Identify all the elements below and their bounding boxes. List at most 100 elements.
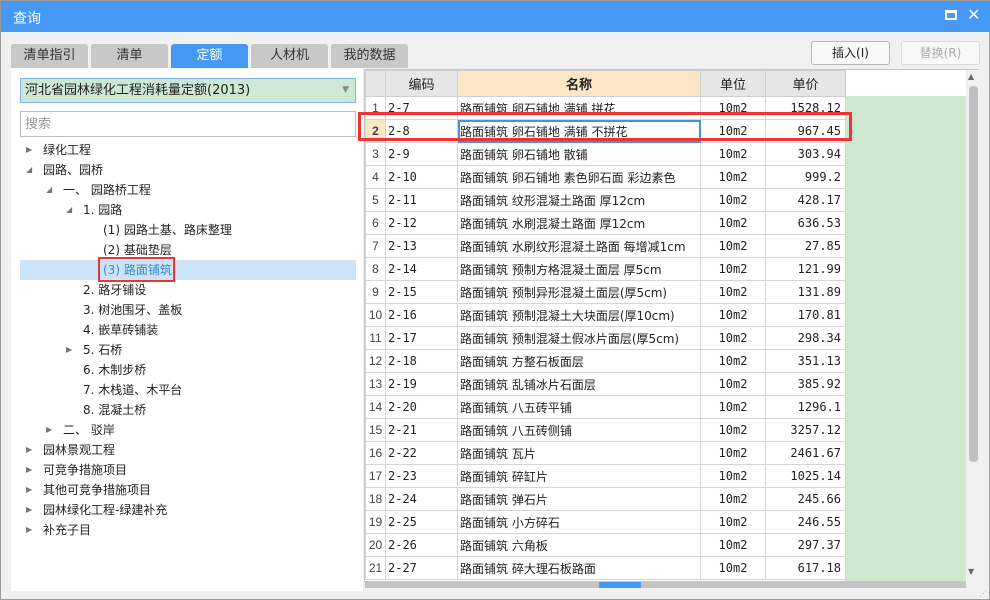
- code-cell[interactable]: 2-23: [385, 464, 458, 488]
- splitter-bar[interactable]: [365, 582, 966, 588]
- collapsed-arrow-icon[interactable]: ▶: [26, 140, 32, 160]
- code-cell[interactable]: 2-18: [385, 349, 458, 373]
- price-cell[interactable]: 999.2: [765, 165, 846, 189]
- name-cell[interactable]: 路面铺筑 纹形混凝土路面 厚12cm: [457, 188, 701, 212]
- table-row[interactable]: 16 2-22 路面铺筑 瓦片 10m2 2461.67: [365, 441, 846, 465]
- tree-item[interactable]: 3. 树池围牙、盖板: [20, 300, 356, 320]
- unit-cell[interactable]: 10m2: [700, 326, 766, 350]
- collapsed-arrow-icon[interactable]: ▶: [66, 340, 72, 360]
- tree-item[interactable]: ▶ 5. 石桥: [20, 340, 356, 360]
- name-cell[interactable]: 路面铺筑 卵石铺地 素色卵石面 彩边素色: [457, 165, 701, 189]
- table-row[interactable]: 9 2-15 路面铺筑 预制异形混凝土面层(厚5cm) 10m2 131.89: [365, 280, 846, 304]
- tree-item[interactable]: (2) 基础垫层: [20, 240, 356, 260]
- price-cell[interactable]: 245.66: [765, 487, 846, 511]
- code-cell[interactable]: 2-19: [385, 372, 458, 396]
- scroll-down-icon[interactable]: ▼: [968, 567, 974, 576]
- library-select[interactable]: 河北省园林绿化工程消耗量定额(2013) ▼: [20, 78, 356, 103]
- expanded-arrow-icon[interactable]: ◢: [26, 160, 32, 180]
- collapsed-arrow-icon[interactable]: ▶: [26, 520, 32, 540]
- close-icon[interactable]: ✕: [967, 5, 980, 24]
- table-row[interactable]: 17 2-23 路面铺筑 碎缸片 10m2 1025.14: [365, 464, 846, 488]
- price-cell[interactable]: 131.89: [765, 280, 846, 304]
- unit-cell[interactable]: 10m2: [700, 395, 766, 419]
- row-number[interactable]: 21: [365, 556, 386, 580]
- tree-item[interactable]: (1) 园路土基、路床整理: [20, 220, 356, 240]
- collapsed-arrow-icon[interactable]: ▶: [26, 500, 32, 520]
- table-row[interactable]: 7 2-13 路面铺筑 水刷纹形混凝土路面 每增减1cm 10m2 27.85: [365, 234, 846, 258]
- price-cell[interactable]: 617.18: [765, 556, 846, 580]
- name-cell[interactable]: 路面铺筑 八五砖平铺: [457, 395, 701, 419]
- code-cell[interactable]: 2-21: [385, 418, 458, 442]
- unit-cell[interactable]: 10m2: [700, 211, 766, 235]
- tab-3[interactable]: 人材机: [251, 44, 328, 68]
- code-cell[interactable]: 2-26: [385, 533, 458, 557]
- replace-button[interactable]: 替换(R): [901, 41, 980, 65]
- row-number[interactable]: 8: [365, 257, 386, 281]
- row-number[interactable]: 14: [365, 395, 386, 419]
- unit-cell[interactable]: 10m2: [700, 487, 766, 511]
- unit-cell[interactable]: 10m2: [700, 464, 766, 488]
- unit-cell[interactable]: 10m2: [700, 441, 766, 465]
- unit-cell[interactable]: 10m2: [700, 142, 766, 166]
- name-cell[interactable]: 路面铺筑 小方碎石: [457, 510, 701, 534]
- price-cell[interactable]: 385.92: [765, 372, 846, 396]
- collapsed-arrow-icon[interactable]: ▶: [46, 420, 52, 440]
- name-cell[interactable]: 路面铺筑 预制混凝土大块面层(厚10cm): [457, 303, 701, 327]
- unit-cell[interactable]: 10m2: [700, 303, 766, 327]
- tree-item[interactable]: ▶ 补充子目: [20, 520, 356, 540]
- tree-item[interactable]: 4. 嵌草砖铺装: [20, 320, 356, 340]
- maximize-icon[interactable]: [945, 10, 957, 20]
- tab-2[interactable]: 定额: [171, 44, 248, 68]
- unit-cell[interactable]: 10m2: [700, 556, 766, 580]
- code-cell[interactable]: 2-25: [385, 510, 458, 534]
- name-cell[interactable]: 路面铺筑 水刷纹形混凝土路面 每增减1cm: [457, 234, 701, 258]
- tree-item[interactable]: ◢ 园路、园桥: [20, 160, 356, 180]
- col-header-name[interactable]: 名称: [457, 70, 701, 97]
- tab-1[interactable]: 清单: [91, 44, 168, 68]
- name-cell[interactable]: 路面铺筑 瓦片: [457, 441, 701, 465]
- name-cell[interactable]: 路面铺筑 预制异形混凝土面层(厚5cm): [457, 280, 701, 304]
- tree-item[interactable]: 8. 混凝土桥: [20, 400, 356, 420]
- row-number[interactable]: 9: [365, 280, 386, 304]
- collapsed-arrow-icon[interactable]: ▶: [26, 440, 32, 460]
- code-cell[interactable]: 2-9: [385, 142, 458, 166]
- price-cell[interactable]: 121.99: [765, 257, 846, 281]
- tree-item[interactable]: (3) 路面铺筑: [20, 260, 356, 280]
- price-cell[interactable]: 303.94: [765, 142, 846, 166]
- row-number[interactable]: 15: [365, 418, 386, 442]
- price-cell[interactable]: 297.37: [765, 533, 846, 557]
- name-cell[interactable]: 路面铺筑 弹石片: [457, 487, 701, 511]
- unit-cell[interactable]: 10m2: [700, 418, 766, 442]
- name-cell[interactable]: 路面铺筑 方整石板面层: [457, 349, 701, 373]
- tree-item[interactable]: ▶ 园林景观工程: [20, 440, 356, 460]
- row-number[interactable]: 18: [365, 487, 386, 511]
- unit-cell[interactable]: 10m2: [700, 533, 766, 557]
- code-cell[interactable]: 2-20: [385, 395, 458, 419]
- tab-0[interactable]: 清单指引: [11, 44, 88, 68]
- row-number[interactable]: 4: [365, 165, 386, 189]
- unit-cell[interactable]: 10m2: [700, 234, 766, 258]
- table-row[interactable]: 19 2-25 路面铺筑 小方碎石 10m2 246.55: [365, 510, 846, 534]
- row-number[interactable]: 13: [365, 372, 386, 396]
- table-row[interactable]: 5 2-11 路面铺筑 纹形混凝土路面 厚12cm 10m2 428.17: [365, 188, 846, 212]
- table-row[interactable]: 8 2-14 路面铺筑 预制方格混凝土面层 厚5cm 10m2 121.99: [365, 257, 846, 281]
- row-number[interactable]: 12: [365, 349, 386, 373]
- scroll-thumb[interactable]: [969, 86, 978, 462]
- tree-item[interactable]: ◢ 1. 园路: [20, 200, 356, 220]
- price-cell[interactable]: 1296.1: [765, 395, 846, 419]
- row-number[interactable]: 10: [365, 303, 386, 327]
- table-row[interactable]: 4 2-10 路面铺筑 卵石铺地 素色卵石面 彩边素色 10m2 999.2: [365, 165, 846, 189]
- scroll-up-icon[interactable]: ▲: [968, 72, 974, 81]
- price-cell[interactable]: 246.55: [765, 510, 846, 534]
- table-row[interactable]: 20 2-26 路面铺筑 六角板 10m2 297.37: [365, 533, 846, 557]
- table-row[interactable]: 14 2-20 路面铺筑 八五砖平铺 10m2 1296.1: [365, 395, 846, 419]
- price-cell[interactable]: 27.85: [765, 234, 846, 258]
- code-cell[interactable]: 2-17: [385, 326, 458, 350]
- row-number[interactable]: 19: [365, 510, 386, 534]
- name-cell[interactable]: 路面铺筑 六角板: [457, 533, 701, 557]
- price-cell[interactable]: 298.34: [765, 326, 846, 350]
- unit-cell[interactable]: 10m2: [700, 510, 766, 534]
- table-row[interactable]: 12 2-18 路面铺筑 方整石板面层 10m2 351.13: [365, 349, 846, 373]
- col-header-code[interactable]: 编码: [385, 70, 458, 97]
- price-cell[interactable]: 3257.12: [765, 418, 846, 442]
